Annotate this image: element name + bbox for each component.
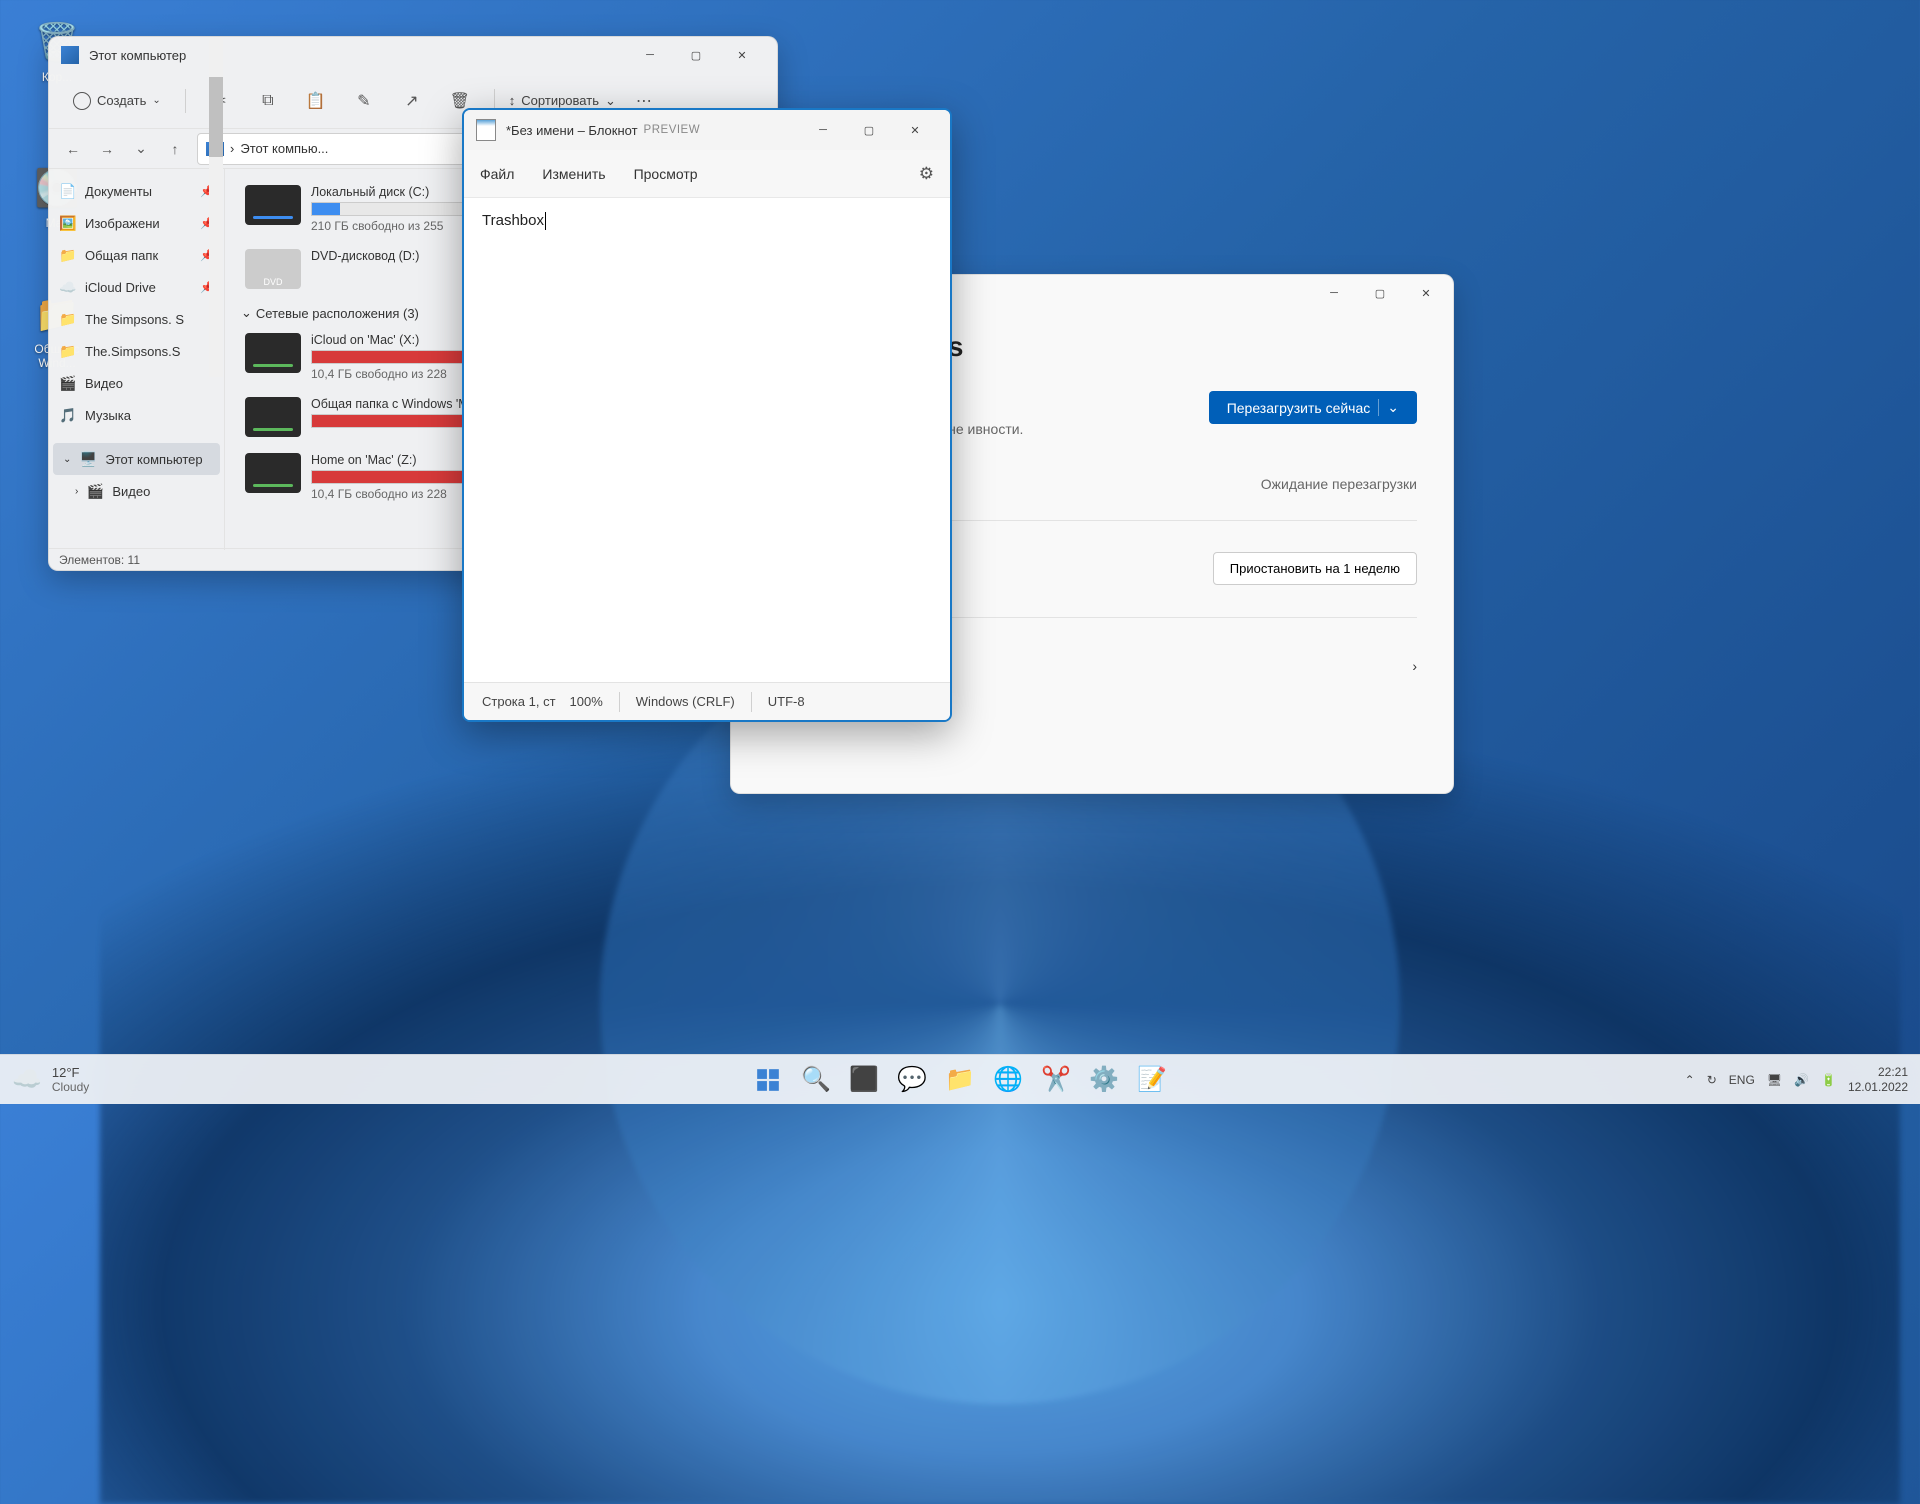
battery-icon[interactable]: 🔋: [1821, 1073, 1836, 1087]
sidebar-item[interactable]: 🎵Музыка: [49, 399, 224, 431]
explorer-taskbar-icon[interactable]: 📁: [939, 1059, 981, 1101]
weather-widget[interactable]: ☁️ 12°FCloudy: [12, 1065, 89, 1094]
tray-chevron-icon[interactable]: ⌃: [1685, 1073, 1695, 1087]
pc-icon: 🖥️: [79, 451, 97, 467]
drive-icon: [245, 185, 301, 225]
sync-icon[interactable]: ↻: [1707, 1073, 1717, 1087]
up-button[interactable]: ↑: [163, 141, 187, 157]
notepad-textarea[interactable]: Trashbox: [464, 198, 950, 682]
notepad-window: *Без имени – Блокнот PREVIEW ─ ▢ ✕ Файл …: [462, 108, 952, 722]
sidebar-item[interactable]: 📁Общая папк📌: [49, 239, 224, 271]
minimize-button[interactable]: ─: [627, 39, 673, 71]
sidebar-item-this-pc[interactable]: ⌄ 🖥️Этот компьютер: [53, 443, 220, 475]
music-icon: 🎵: [59, 407, 77, 423]
menu-edit[interactable]: Изменить: [542, 166, 605, 182]
chat-icon[interactable]: 💬: [891, 1059, 933, 1101]
start-button[interactable]: [747, 1059, 789, 1101]
icloud-icon: ☁️: [59, 279, 77, 295]
sidebar-item[interactable]: ☁️iCloud Drive📌: [49, 271, 224, 303]
recent-button[interactable]: ⌄: [129, 140, 153, 157]
snipping-icon[interactable]: ✂️: [1035, 1059, 1077, 1101]
sidebar-item[interactable]: 🖼️Изображени📌: [49, 207, 224, 239]
close-button[interactable]: ✕: [719, 39, 765, 71]
notepad-taskbar-icon[interactable]: 📝: [1131, 1059, 1173, 1101]
notepad-title: *Без имени – Блокнот: [506, 123, 638, 138]
explorer-title: Этот компьютер: [89, 48, 627, 63]
close-button[interactable]: ✕: [892, 114, 938, 146]
pictures-icon: 🖼️: [59, 215, 77, 231]
taskview-icon[interactable]: ⬛: [843, 1059, 885, 1101]
notepad-titlebar[interactable]: *Без имени – Блокнот PREVIEW ─ ▢ ✕: [464, 110, 950, 150]
network-icon[interactable]: 🖥: [1767, 1073, 1782, 1087]
status-eol: Windows (CRLF): [636, 694, 735, 709]
copy-icon[interactable]: ⧉: [248, 83, 288, 119]
menu-view[interactable]: Просмотр: [634, 166, 698, 182]
explorer-titlebar[interactable]: Этот компьютер ─ ▢ ✕: [49, 37, 777, 73]
notepad-statusbar: Строка 1, ст 100% Windows (CRLF) UTF-8: [464, 682, 950, 720]
menu-file[interactable]: Файл: [480, 166, 514, 182]
back-button[interactable]: ←: [61, 141, 85, 157]
paste-icon[interactable]: 📋: [296, 83, 336, 119]
status-position: Строка 1, ст: [482, 694, 556, 709]
folder-icon: 📁: [59, 247, 77, 263]
weather-icon: ☁️: [12, 1065, 42, 1094]
restart-button[interactable]: Перезагрузить сейчас⌄: [1209, 391, 1417, 424]
maximize-button[interactable]: ▢: [1357, 277, 1403, 309]
network-drive-icon: [245, 397, 301, 437]
new-button[interactable]: Создать ⌄: [63, 86, 171, 116]
settings-taskbar-icon[interactable]: ⚙️: [1083, 1059, 1125, 1101]
language-indicator[interactable]: ENG: [1729, 1073, 1755, 1087]
edge-icon[interactable]: 🌐: [987, 1059, 1029, 1101]
system-tray: ⌃ ↻ ENG 🖥 🔊 🔋 22:2112.01.2022: [1685, 1065, 1908, 1094]
sidebar-item[interactable]: › 🎬Видео: [49, 475, 224, 507]
clock[interactable]: 22:2112.01.2022: [1848, 1065, 1908, 1094]
documents-icon: 📄: [59, 183, 77, 199]
taskbar: ☁️ 12°FCloudy 🔍 ⬛ 💬 📁 🌐 ✂️ ⚙️ 📝 ⌃ ↻ ENG …: [0, 1054, 1920, 1104]
network-drive-icon: [245, 333, 301, 373]
notepad-icon: [476, 119, 496, 141]
share-icon[interactable]: ↗: [392, 83, 432, 119]
sidebar-item[interactable]: 🎬Видео: [49, 367, 224, 399]
video-icon: 🎬: [59, 375, 77, 391]
volume-icon[interactable]: 🔊: [1794, 1073, 1809, 1087]
status-encoding: UTF-8: [768, 694, 805, 709]
explorer-sidebar: 📄Документы📌 🖼️Изображени📌 📁Общая папк📌 ☁…: [49, 169, 225, 550]
forward-button[interactable]: →: [95, 141, 119, 157]
sidebar-item[interactable]: 📁The.Simpsons.S: [49, 335, 224, 367]
preview-badge: PREVIEW: [644, 124, 701, 136]
minimize-button[interactable]: ─: [1311, 277, 1357, 309]
network-drive-icon: [245, 453, 301, 493]
maximize-button[interactable]: ▢: [673, 39, 719, 71]
pause-button[interactable]: Приостановить на 1 неделю: [1213, 552, 1417, 585]
video-icon: 🎬: [86, 483, 104, 499]
rename-icon[interactable]: ✎: [344, 83, 384, 119]
dvd-icon: DVD: [245, 249, 301, 289]
taskbar-center: 🔍 ⬛ 💬 📁 🌐 ✂️ ⚙️ 📝: [747, 1059, 1173, 1101]
sidebar-item[interactable]: 📄Документы📌: [49, 175, 224, 207]
notepad-menubar: Файл Изменить Просмотр ⚙: [464, 150, 950, 198]
folder-icon: 📁: [59, 311, 77, 327]
sidebar-item[interactable]: 📁The Simpsons. S: [49, 303, 224, 335]
minimize-button[interactable]: ─: [800, 114, 846, 146]
folder-icon: 📁: [59, 343, 77, 359]
maximize-button[interactable]: ▢: [846, 114, 892, 146]
pc-icon: [61, 46, 79, 64]
close-button[interactable]: ✕: [1403, 277, 1449, 309]
gear-icon[interactable]: ⚙: [919, 164, 934, 184]
search-icon[interactable]: 🔍: [795, 1059, 837, 1101]
scrollbar[interactable]: [209, 37, 223, 377]
sort-button[interactable]: ↕ Сортировать ⌄: [509, 93, 616, 109]
status-zoom: 100%: [570, 694, 603, 709]
